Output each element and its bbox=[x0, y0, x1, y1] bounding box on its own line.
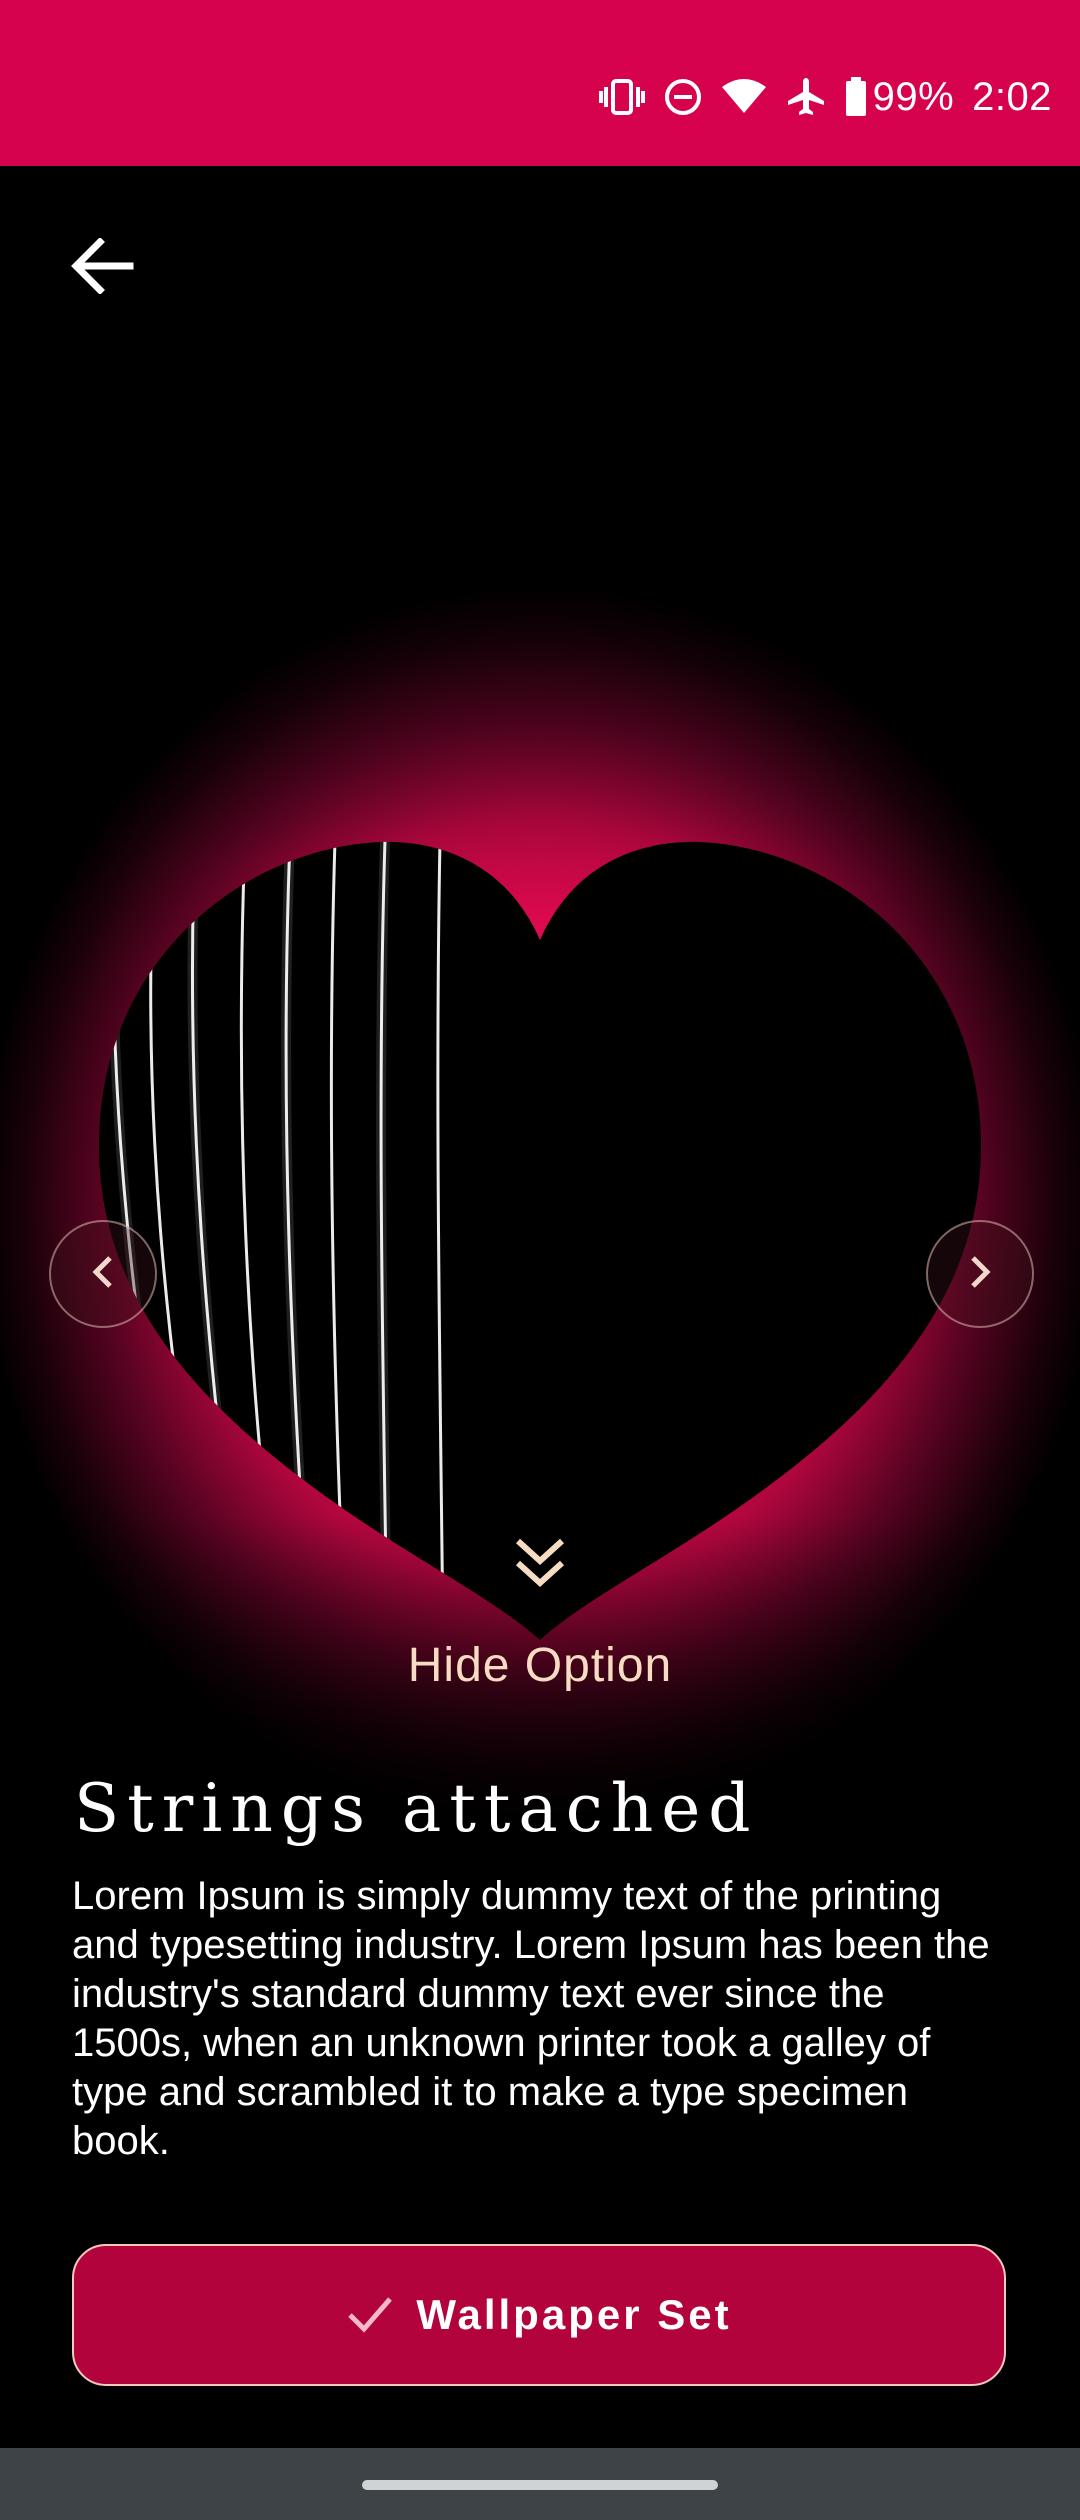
hide-option-label[interactable]: Hide Option bbox=[0, 1638, 1080, 1693]
battery-indicator: 99% bbox=[845, 75, 955, 120]
clock: 2:02 bbox=[972, 74, 1052, 119]
wifi-icon bbox=[721, 77, 767, 117]
wallpaper-description: Lorem Ipsum is simply dummy text of the … bbox=[72, 1874, 990, 2163]
chevron-right-icon bbox=[965, 1252, 995, 1297]
vibrate-icon bbox=[598, 77, 645, 117]
status-icons: 99% 2:02 bbox=[598, 62, 1052, 132]
arrow-back-icon bbox=[70, 236, 134, 299]
chevron-left-icon bbox=[88, 1252, 118, 1297]
previous-wallpaper-button[interactable] bbox=[49, 1220, 157, 1328]
check-icon bbox=[346, 2293, 394, 2338]
wallpaper-set-button[interactable]: Wallpaper Set bbox=[72, 2244, 1006, 2386]
airplane-mode-icon bbox=[785, 76, 827, 118]
double-chevron-down-icon bbox=[510, 1538, 570, 1595]
back-button[interactable] bbox=[62, 228, 142, 308]
hide-option-toggle[interactable] bbox=[510, 1535, 570, 1596]
heart-wallpaper-preview bbox=[98, 841, 982, 1640]
battery-percentage: 99% bbox=[872, 74, 955, 119]
battery-icon bbox=[845, 77, 867, 117]
wallpaper-title: Strings attached bbox=[74, 1770, 759, 1847]
wallpaper-set-label: Wallpaper Set bbox=[416, 2291, 732, 2338]
status-bar: 99% 2:02 bbox=[0, 0, 1080, 166]
home-gesture-handle[interactable] bbox=[362, 2480, 718, 2490]
next-wallpaper-button[interactable] bbox=[926, 1220, 1034, 1328]
do-not-disturb-icon bbox=[663, 77, 703, 117]
